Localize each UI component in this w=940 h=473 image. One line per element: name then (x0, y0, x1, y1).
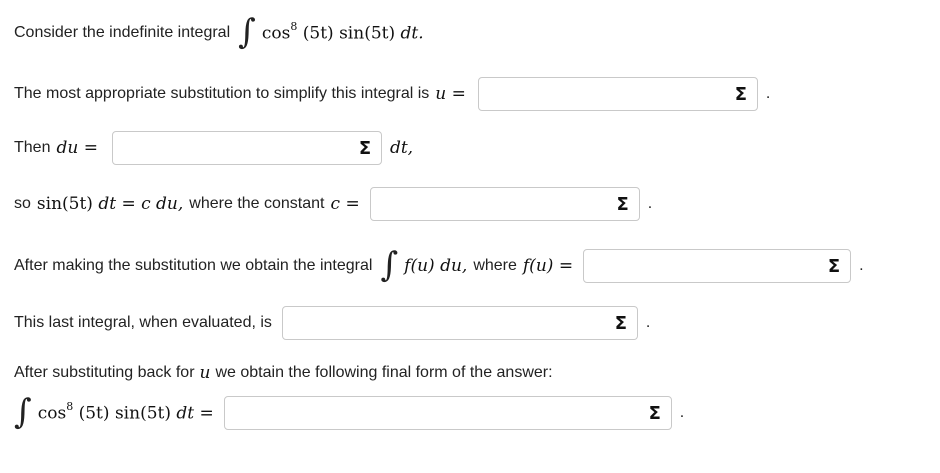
c-variable: c (330, 194, 341, 214)
intro-text: Consider the indefinite integral (14, 24, 231, 41)
dt-text: dt, (389, 138, 414, 158)
u-input[interactable] (478, 78, 725, 110)
sigma-icon[interactable]: Σ (818, 250, 850, 282)
evaluated-input[interactable] (282, 307, 605, 339)
fu-label: f(u) (522, 256, 554, 276)
substitute-back-text-b: we obtain the following final form of th… (215, 364, 553, 381)
fu-answer-box: Σ (583, 249, 852, 283)
constant-question: so sin(5t) dt = c du, where the constant… (14, 187, 652, 221)
du-answer-box: Σ (111, 131, 382, 165)
du-question: Then du = Σ dt, (14, 131, 413, 165)
fu-input[interactable] (584, 250, 819, 282)
integral-sign-icon: ∫ (380, 245, 399, 285)
c-answer-box: Σ (369, 187, 640, 221)
u-variable: u (435, 84, 447, 104)
period: . (859, 257, 864, 274)
evaluated-answer-box: Σ (281, 306, 638, 340)
sin-expression: sin(5t) dt = c du, (36, 194, 184, 214)
u-variable: u (199, 363, 211, 383)
sigma-icon[interactable]: Σ (349, 132, 381, 164)
u-answer-box: Σ (477, 77, 758, 111)
fu-question: After making the substitution we obtain … (14, 243, 864, 289)
integral-sign-icon: ∫ (14, 392, 32, 432)
period: . (679, 404, 685, 421)
final-integrand: cos8 (5t) sin(5t) dt = (37, 400, 214, 424)
equals-sign: = (345, 194, 360, 214)
where-text: where (473, 257, 517, 274)
equals-sign: = (83, 138, 98, 158)
substitution-question: The most appropriate substitution to sim… (14, 77, 770, 111)
substitute-back-text-a: After substituting back for (14, 364, 195, 381)
substitution-text: The most appropriate substitution to sim… (14, 85, 430, 102)
final-answer-box: Σ (223, 396, 672, 430)
intro-line: Consider the indefinite integral ∫ cos8 … (14, 10, 424, 56)
sigma-icon[interactable]: Σ (639, 397, 671, 429)
c-input[interactable] (370, 188, 607, 220)
after-substitution-text: After making the substitution we obtain … (14, 257, 373, 274)
evaluated-text: This last integral, when evaluated, is (14, 314, 272, 331)
intro-integrand: cos8 (5t) sin(5t) dt. (261, 20, 424, 44)
sigma-icon[interactable]: Σ (605, 307, 637, 339)
equals-sign: = (451, 84, 466, 104)
then-text: Then (14, 139, 51, 156)
du-input[interactable] (112, 132, 349, 164)
where-constant-text: where the constant (189, 195, 325, 212)
period: . (645, 314, 651, 331)
so-text: so (14, 195, 31, 212)
substitute-back-text-line: After substituting back for u we obtain … (14, 362, 553, 384)
evaluated-question: This last integral, when evaluated, is Σ… (14, 306, 650, 340)
sigma-icon[interactable]: Σ (725, 78, 757, 110)
fu-du-expression: f(u) du, (404, 256, 468, 276)
equals-sign: = (558, 256, 574, 276)
period: . (647, 195, 653, 212)
du-variable: du (56, 138, 79, 158)
final-answer-line: ∫ cos8 (5t) sin(5t) dt = Σ . (6, 390, 684, 436)
integral-sign-icon: ∫ (238, 12, 256, 52)
final-input[interactable] (224, 397, 639, 429)
sigma-icon[interactable]: Σ (607, 188, 639, 220)
period: . (765, 85, 771, 102)
